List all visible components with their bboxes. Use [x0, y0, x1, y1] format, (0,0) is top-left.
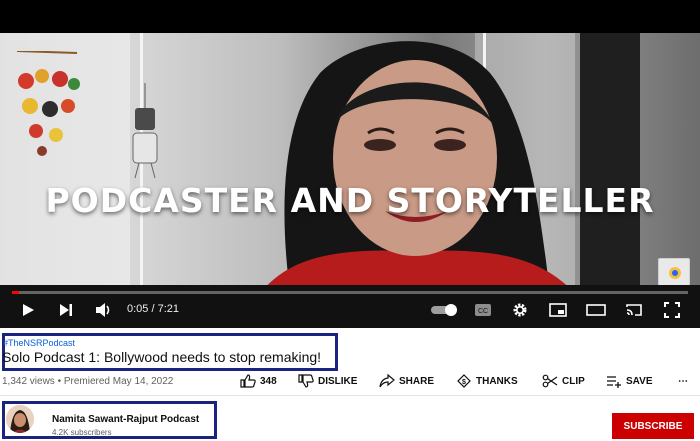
player-controls: 0:05 / 7:21 CC — [0, 285, 700, 328]
like-button[interactable]: 348 — [240, 372, 277, 390]
autoplay-toggle[interactable] — [428, 300, 460, 320]
garland-decoration — [16, 51, 80, 156]
cast-icon — [626, 304, 642, 316]
progress-bar[interactable] — [12, 291, 688, 294]
thumbs-down-icon — [298, 374, 314, 388]
dislike-label: DISLIKE — [318, 375, 358, 387]
time-display: 0:05 / 7:21 — [127, 303, 179, 315]
video-overlay-title: PODCASTER AND STORYTELLER — [45, 181, 655, 220]
video-frame[interactable]: PODCASTER AND STORYTELLER — [0, 33, 700, 293]
share-label: SHARE — [399, 375, 435, 387]
share-button[interactable]: SHARE — [379, 372, 434, 390]
lantern-decoration — [132, 83, 158, 179]
thumbs-up-icon — [240, 374, 256, 388]
settings-button[interactable] — [508, 300, 532, 320]
thanks-icon: $ — [457, 374, 471, 388]
settings-icon — [513, 303, 527, 317]
play-icon — [23, 304, 34, 316]
save-button[interactable]: SAVE — [606, 372, 653, 390]
captions-icon: CC — [475, 304, 491, 316]
section-divider — [0, 395, 700, 396]
dislike-button[interactable]: DISLIKE — [298, 372, 357, 390]
video-title: Solo Podcast 1: Bollywood needs to stop … — [2, 349, 322, 365]
svg-text:$: $ — [462, 379, 466, 386]
channel-name[interactable]: Namita Sawant-Rajput Podcast — [52, 414, 199, 425]
cast-button[interactable] — [622, 300, 646, 320]
theater-mode-button[interactable] — [584, 300, 608, 320]
player-top-bar — [0, 0, 700, 33]
thanks-label: THANKS — [476, 375, 518, 387]
thanks-button[interactable]: $ THANKS — [456, 372, 518, 390]
channel-avatar[interactable] — [6, 405, 34, 433]
more-icon: ⋯ — [678, 375, 688, 387]
miniplayer-icon — [549, 303, 567, 317]
avatar-image — [6, 405, 34, 433]
hashtag-link[interactable]: #TheNSRPodcast — [3, 338, 75, 348]
cc-label: CC — [478, 308, 488, 315]
theater-icon — [586, 304, 606, 316]
next-button[interactable] — [54, 300, 78, 320]
fullscreen-icon — [664, 302, 680, 318]
scissors-icon — [542, 374, 558, 388]
watermark-logo-icon — [669, 267, 681, 279]
next-icon — [60, 304, 72, 316]
clip-label: CLIP — [562, 375, 585, 387]
subscriber-count: 4.2K subscribers — [52, 428, 112, 437]
captions-button[interactable]: CC — [471, 300, 495, 320]
save-label: SAVE — [626, 375, 653, 387]
channel-watermark[interactable] — [658, 258, 690, 286]
save-playlist-icon — [607, 376, 621, 388]
more-actions-button[interactable]: ⋯ — [678, 372, 688, 390]
volume-icon — [96, 303, 110, 317]
play-button[interactable] — [16, 300, 40, 320]
fullscreen-button[interactable] — [660, 300, 684, 320]
mute-button[interactable] — [92, 300, 116, 320]
like-count: 348 — [260, 375, 277, 387]
clip-button[interactable]: CLIP — [542, 372, 585, 390]
video-meta[interactable]: 1,342 views • Premiered May 14, 2022 — [2, 376, 173, 387]
miniplayer-button[interactable] — [546, 300, 570, 320]
progress-bar-played — [12, 291, 20, 294]
autoplay-toggle-icon — [431, 304, 457, 316]
presenter-image — [260, 41, 575, 293]
share-icon — [379, 374, 395, 388]
subscribe-button[interactable]: SUBSCRIBE — [612, 413, 694, 439]
